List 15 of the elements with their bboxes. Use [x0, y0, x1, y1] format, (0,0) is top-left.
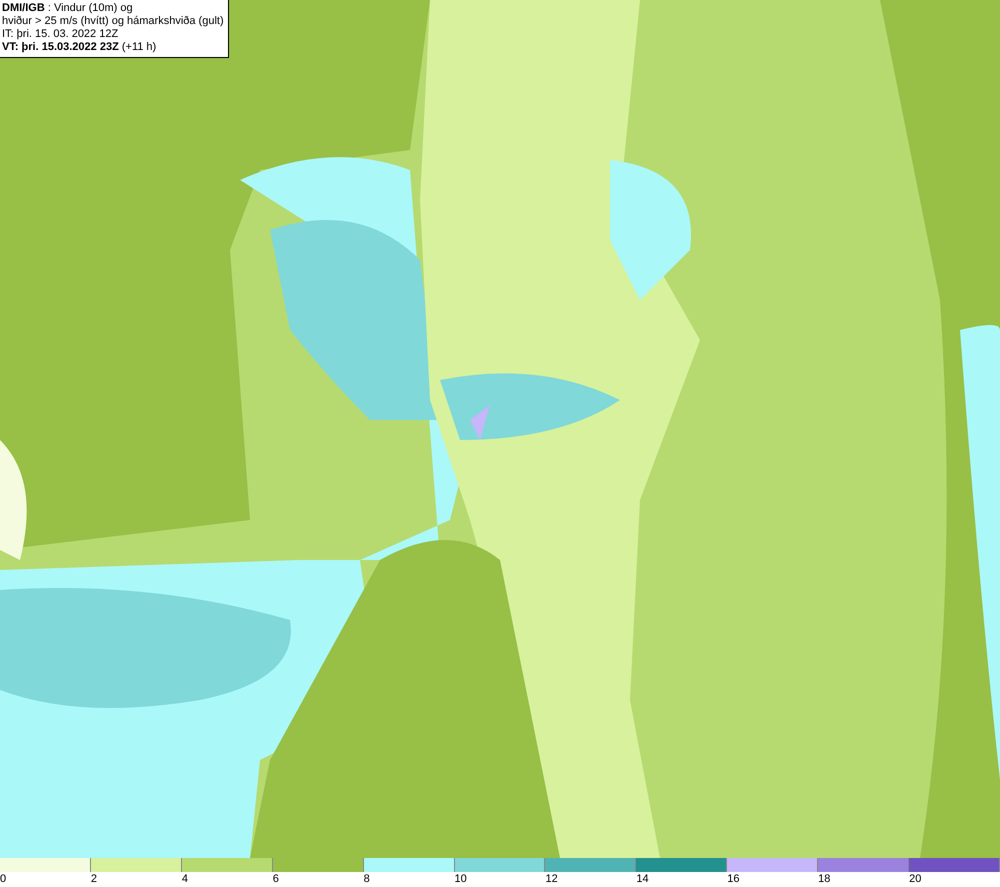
- legend-label: 8: [364, 872, 370, 887]
- legend-label: 16: [727, 872, 740, 887]
- legend-label: 0: [0, 872, 6, 887]
- title-line: hviður > 25 m/s (hvítt) og hámarkshviða (gult): [2, 15, 224, 28]
- legend-label: 4: [182, 872, 188, 887]
- legend-label: 14: [636, 872, 649, 887]
- title-line: IT: þri. 15. 03. 2022 12Z: [2, 28, 120, 41]
- legend-label: 2: [90, 872, 98, 887]
- title-line: VT: þri. 15.03.2022 23Z (+11 h): [2, 41, 158, 54]
- legend-label: 6: [272, 872, 279, 887]
- legend-label: 10: [454, 872, 467, 887]
- legend-label: 18: [818, 872, 830, 887]
- legend-label: 12: [545, 872, 558, 887]
- legend-label: 20: [909, 872, 922, 887]
- title-line: DMI/IGB : Vindur (10m) og: [2, 2, 134, 15]
